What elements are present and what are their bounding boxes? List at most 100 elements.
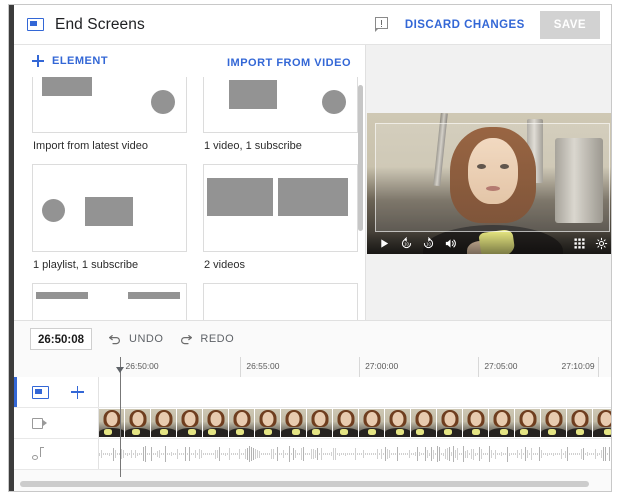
waveform-bar [287, 453, 288, 455]
waveform-bar [289, 446, 290, 462]
waveform-bar [499, 452, 500, 456]
waveform-bar [401, 453, 402, 455]
timeline-horizontal-scrollbar[interactable] [20, 481, 601, 487]
current-timecode-field[interactable]: 26:50:08 [30, 328, 92, 350]
waveform-bar [347, 453, 348, 455]
end-screen-template-card[interactable] [203, 77, 358, 133]
waveform-bar [273, 448, 274, 460]
redo-label: REDO [200, 333, 235, 345]
template-label: 2 videos [204, 259, 245, 271]
waveform-bar [605, 446, 606, 462]
waveform-bar [243, 452, 244, 456]
waveform-bar [409, 450, 410, 458]
end-screen-template-card[interactable] [32, 283, 187, 320]
waveform-bar [217, 449, 218, 459]
filmstrip-thumbnail [437, 409, 463, 437]
waveform-bar [117, 452, 118, 456]
waveform-bar [391, 452, 392, 456]
waveform-bar [293, 447, 294, 461]
template-video-shape [85, 197, 133, 226]
waveform-bar [197, 452, 198, 456]
waveform-bar [175, 453, 176, 455]
timeline-ruler[interactable]: 26:50:00 26:55:00 27:00:00 27:05:00 27:10:09 [14, 357, 611, 378]
header-actions: DISCARD CHANGES SAVE [374, 10, 611, 39]
waveform-bar [435, 452, 436, 456]
rewind-10-button[interactable]: 10 [395, 232, 417, 254]
templates-scroll-region[interactable]: Import from latest video 1 video, 1 subsc… [14, 77, 365, 320]
audio-track-lane[interactable] [99, 439, 611, 469]
waveform-bar [153, 452, 154, 456]
waveform-bar [263, 452, 264, 456]
template-label: Import from latest video [33, 140, 148, 152]
waveform-bar [423, 453, 424, 455]
waveform-bar [251, 446, 252, 462]
video-track-lane[interactable] [99, 408, 611, 438]
waveform-bar [109, 452, 110, 456]
save-button[interactable]: SAVE [539, 10, 600, 39]
filmstrip-thumbnail [515, 409, 541, 437]
waveform-bar [607, 452, 608, 456]
waveform-bar [247, 447, 248, 461]
undo-button[interactable]: UNDO [108, 333, 163, 345]
waveform-bar [199, 448, 200, 460]
redo-arrow-icon [181, 335, 193, 345]
waveform-bar [107, 452, 108, 456]
end-screen-template-card[interactable] [203, 283, 358, 320]
template-cell: 1 playlist, 1 subscribe [32, 164, 187, 283]
waveform-bar [105, 452, 106, 456]
import-from-video-button[interactable]: IMPORT FROM VIDEO [227, 54, 351, 69]
play-button[interactable] [373, 232, 395, 254]
page-header: End Screens DISCARD CHANGES SAVE [14, 5, 611, 45]
waveform-bar [205, 452, 206, 456]
waveform-bar [159, 449, 160, 459]
play-icon [380, 238, 388, 248]
template-subscribe-shape [42, 199, 65, 222]
end-screen-template-card[interactable] [32, 164, 187, 252]
filmstrip-thumbnail [359, 409, 385, 437]
waveform-bar [585, 453, 586, 455]
volume-button[interactable] [439, 232, 461, 254]
elements-panel-actions: ELEMENT IMPORT FROM VIDEO [14, 45, 365, 77]
waveform-bar [319, 452, 320, 456]
video-player[interactable]: 10 10 [367, 113, 611, 254]
video-track-header [14, 408, 99, 438]
settings-button[interactable] [590, 232, 611, 254]
waveform-bar [539, 447, 540, 461]
end-screen-template-card[interactable] [203, 164, 358, 252]
template-video-shape [278, 178, 348, 216]
video-track[interactable] [14, 408, 611, 439]
waveform-bar [271, 449, 272, 459]
waveform-bar [381, 448, 382, 460]
add-element-button[interactable]: ELEMENT [32, 55, 108, 67]
waveform-bar [587, 452, 588, 456]
timeline-scrollbar-thumb[interactable] [20, 481, 590, 487]
end-screen-track[interactable] [14, 377, 611, 408]
discard-changes-button[interactable]: DISCARD CHANGES [403, 13, 527, 37]
waveform-bar [445, 449, 446, 459]
waveform-bar [549, 452, 550, 456]
filmstrip-thumbnail [385, 409, 411, 437]
scrollbar-thumb[interactable] [358, 85, 363, 231]
waveform-bar [291, 452, 292, 456]
grid-view-button[interactable] [568, 232, 590, 254]
end-screen-track-lane[interactable] [99, 377, 611, 407]
waveform-bar [427, 449, 428, 459]
waveform-bar [581, 449, 582, 459]
waveform-bar [433, 449, 434, 459]
filmstrip-thumbnail [489, 409, 515, 437]
waveform-bar [157, 450, 158, 458]
audio-track[interactable] [14, 439, 611, 470]
end-screen-template-card[interactable] [32, 77, 187, 133]
elements-panel-scrollbar[interactable] [358, 81, 363, 313]
waveform-bar [361, 453, 362, 455]
redo-button[interactable]: REDO [179, 333, 234, 345]
forward-10-button[interactable]: 10 [417, 232, 439, 254]
waveform-bar [241, 453, 242, 455]
waveform-bar [573, 452, 574, 456]
waveform-bar [387, 449, 388, 459]
feedback-icon[interactable] [374, 17, 390, 32]
add-end-screen-element-button[interactable] [71, 385, 84, 399]
filmstrip-thumbnail [229, 409, 255, 437]
waveform-bar [593, 452, 594, 456]
ruler-tick: 27:00:00 [359, 357, 398, 377]
